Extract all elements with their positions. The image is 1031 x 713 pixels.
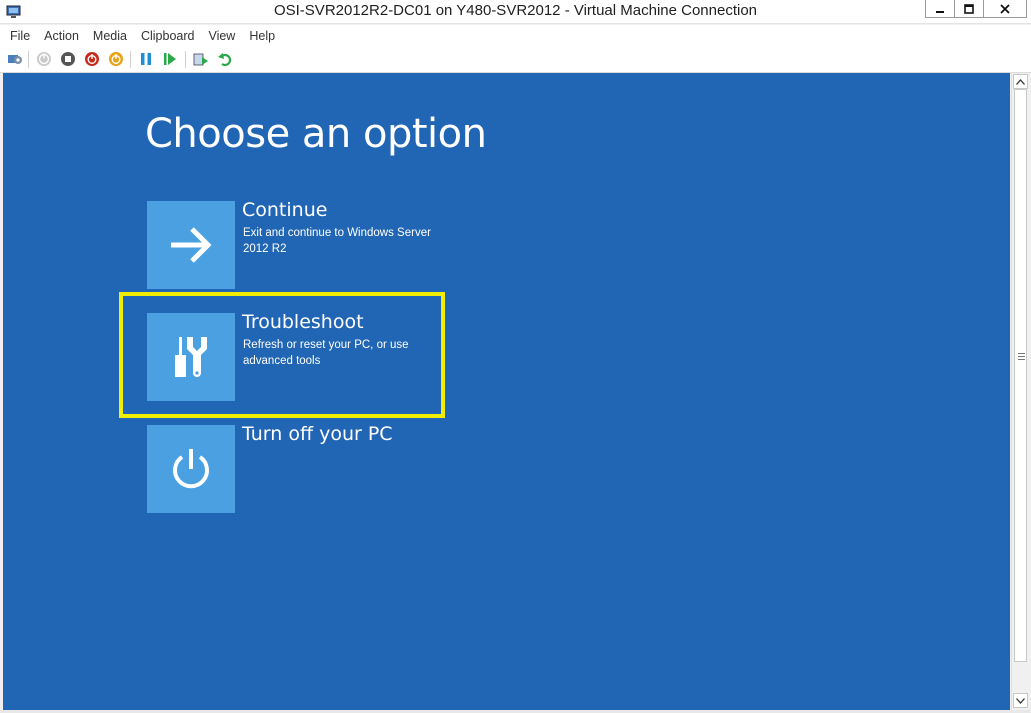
arrow-right-icon xyxy=(171,227,212,263)
pause-icon[interactable] xyxy=(138,51,154,67)
menu-file[interactable]: File xyxy=(3,26,37,46)
toolbar-separator xyxy=(185,51,186,68)
minimize-icon xyxy=(936,10,944,13)
close-button[interactable] xyxy=(983,0,1027,18)
maximize-button[interactable] xyxy=(954,0,984,18)
menu-clipboard[interactable]: Clipboard xyxy=(134,26,202,46)
save-icon[interactable] xyxy=(108,51,124,67)
continue-title[interactable]: Continue xyxy=(242,199,327,221)
revert-icon[interactable] xyxy=(217,51,233,67)
menu-view[interactable]: View xyxy=(201,26,242,46)
menu-bar: File Action Media Clipboard View Help xyxy=(0,25,1031,46)
scroll-up-button[interactable] xyxy=(1013,74,1028,89)
chevron-up-icon xyxy=(1016,78,1025,85)
scroll-down-button[interactable] xyxy=(1013,693,1028,708)
window-title: OSI-SVR2012R2-DC01 on Y480-SVR2012 - Vir… xyxy=(273,2,758,19)
menu-help[interactable]: Help xyxy=(242,26,282,46)
turn-off-icon[interactable] xyxy=(60,51,76,67)
vertical-scrollbar[interactable] xyxy=(1011,73,1028,710)
continue-tile[interactable] xyxy=(147,201,235,289)
start-icon[interactable] xyxy=(36,51,52,67)
title-bar: OSI-SVR2012R2-DC01 on Y480-SVR2012 - Vir… xyxy=(0,0,1031,24)
turn-off-title[interactable]: Turn off your PC xyxy=(242,423,393,445)
close-icon xyxy=(1000,3,1010,14)
chevron-down-icon xyxy=(1016,697,1025,704)
troubleshoot-title[interactable]: Troubleshoot xyxy=(242,311,364,333)
troubleshoot-description: Refresh or reset your PC, or use advance… xyxy=(243,339,409,367)
toolbar-separator xyxy=(28,51,29,68)
checkpoint-icon[interactable] xyxy=(193,51,209,67)
toolbar xyxy=(0,46,1031,73)
turn-off-tile[interactable] xyxy=(147,425,235,513)
grip-line xyxy=(1018,353,1025,354)
vm-screen[interactable]: Choose an option Continue Exit and conti… xyxy=(3,73,1010,710)
shut-down-icon[interactable] xyxy=(84,51,100,67)
grip-line xyxy=(1018,359,1025,360)
power-icon xyxy=(173,449,209,489)
toolbar-separator xyxy=(130,51,131,68)
continue-description: Exit and continue to Windows Server 2012… xyxy=(243,227,431,255)
scrollbar-thumb[interactable] xyxy=(1014,89,1027,662)
grip-line xyxy=(1018,356,1025,357)
menu-media[interactable]: Media xyxy=(86,26,134,46)
page-title: Choose an option xyxy=(145,111,487,157)
menu-action[interactable]: Action xyxy=(37,26,86,46)
troubleshoot-tile[interactable] xyxy=(147,313,235,401)
reset-icon[interactable] xyxy=(162,51,178,67)
tools-icon xyxy=(175,337,207,377)
maximize-icon xyxy=(964,3,974,14)
window-controls xyxy=(925,0,1027,18)
minimize-button[interactable] xyxy=(925,0,955,18)
ctrl-alt-del-icon[interactable] xyxy=(7,51,23,67)
